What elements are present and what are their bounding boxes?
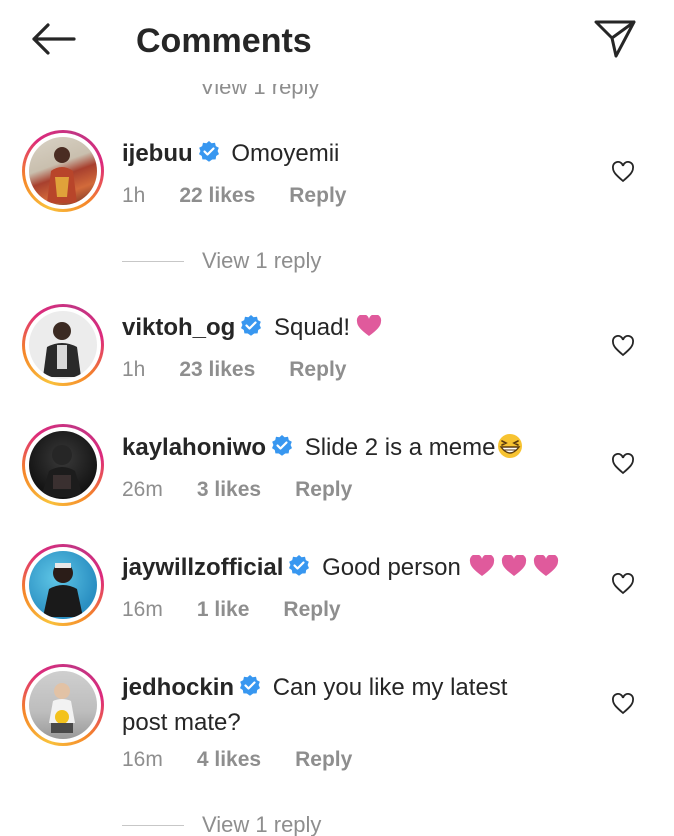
verified-badge-icon	[287, 554, 311, 587]
username[interactable]: viktoh_og	[122, 314, 235, 341]
like-button[interactable]	[609, 572, 637, 600]
heart-outline-icon	[611, 572, 635, 600]
avatar[interactable]	[22, 544, 104, 626]
avatar[interactable]	[22, 424, 104, 506]
comment-time: 1h	[122, 358, 146, 381]
page-title: Comments	[136, 22, 312, 60]
arrow-left-icon	[30, 22, 76, 60]
heart-outline-icon	[611, 334, 635, 362]
view-replies-button[interactable]: View 1 reply	[122, 810, 321, 836]
reply-button[interactable]: Reply	[295, 748, 352, 771]
divider	[122, 260, 184, 262]
avatar[interactable]	[22, 664, 104, 746]
view-replies-label: View 1 reply	[202, 248, 322, 273]
heart-outline-icon	[611, 692, 635, 720]
reply-button[interactable]: Reply	[283, 598, 340, 621]
likes-count[interactable]: 1 like	[197, 598, 250, 621]
like-button[interactable]	[609, 160, 637, 188]
avatar[interactable]	[22, 304, 104, 386]
heart-outline-icon	[611, 452, 635, 480]
likes-count[interactable]: 22 likes	[179, 184, 255, 207]
avatar[interactable]	[22, 130, 104, 212]
username[interactable]: ijebuu	[122, 140, 193, 167]
comment-text: Slide 2 is a meme	[304, 434, 496, 461]
like-button[interactable]	[609, 692, 637, 720]
like-button[interactable]	[609, 452, 637, 480]
divider	[122, 824, 184, 826]
reply-button[interactable]: Reply	[295, 478, 352, 501]
paper-plane-icon	[593, 18, 637, 65]
likes-count[interactable]: 4 likes	[197, 748, 261, 771]
verified-badge-icon	[238, 674, 262, 707]
comment-time: 16m	[122, 598, 163, 621]
likes-count[interactable]: 3 likes	[197, 478, 261, 501]
reply-button[interactable]: Reply	[289, 358, 346, 381]
like-button[interactable]	[609, 334, 637, 362]
username[interactable]: jedhockin	[122, 674, 234, 701]
verified-badge-icon	[197, 140, 221, 173]
comment-time: 26m	[122, 478, 163, 501]
username[interactable]: jaywillzofficial	[122, 554, 283, 581]
header-bar: Comments	[0, 0, 674, 84]
comment-text: Squad!	[274, 314, 351, 341]
heart-emoji-icon	[533, 554, 559, 586]
reply-button[interactable]: Reply	[289, 184, 346, 207]
grinning-squinting-face-icon	[495, 433, 525, 468]
view-replies-label: View 1 reply	[202, 812, 322, 836]
likes-count[interactable]: 23 likes	[179, 358, 255, 381]
comment-text: Omoyemii	[231, 140, 340, 167]
heart-emoji-icon	[356, 314, 382, 346]
heart-emoji-icon	[501, 554, 527, 586]
heart-outline-icon	[611, 160, 635, 188]
heart-emoji-icon	[469, 554, 495, 586]
back-button[interactable]	[28, 20, 78, 62]
comment-text: Good person	[322, 554, 461, 581]
comment-time: 16m	[122, 748, 163, 771]
verified-badge-icon	[270, 434, 294, 467]
comment-time: 1h	[122, 184, 146, 207]
share-button[interactable]	[591, 18, 639, 64]
username[interactable]: kaylahoniwo	[122, 434, 266, 461]
verified-badge-icon	[239, 314, 263, 347]
view-replies-button[interactable]: View 1 reply	[122, 246, 321, 276]
